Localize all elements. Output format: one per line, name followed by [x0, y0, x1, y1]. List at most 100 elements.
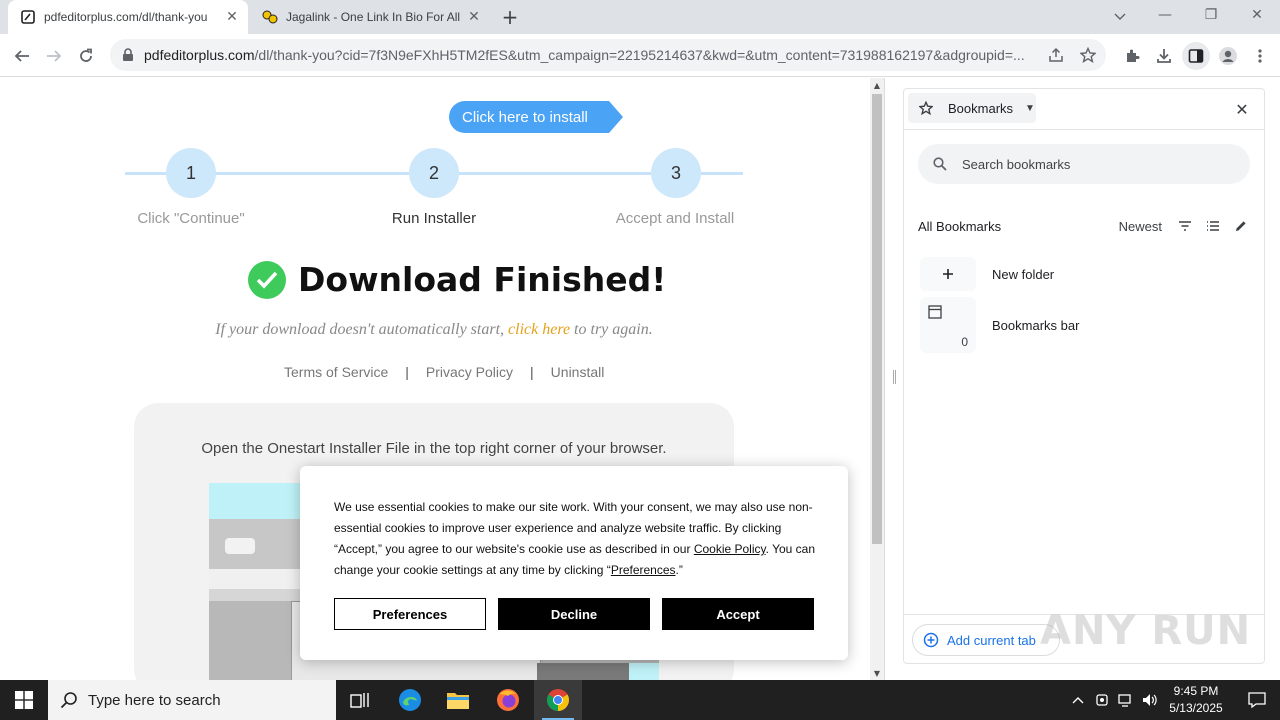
decline-button[interactable]: Decline: [498, 598, 650, 630]
tab-jagalink[interactable]: Jagalink - One Link In Bio For All ✕: [250, 0, 490, 34]
search-icon: [930, 157, 950, 171]
share-icon[interactable]: [1044, 43, 1068, 67]
minimize-icon[interactable]: —: [1142, 0, 1188, 30]
close-side-panel-icon[interactable]: ✕: [1232, 99, 1252, 119]
bookmarks-side-panel: Bookmarks ▼ ✕ All Bookmarks Newest: [884, 78, 1280, 680]
tab-pdfeditorplus[interactable]: pdfeditorplus.com/dl/thank-you ✕: [8, 0, 248, 34]
dropdown-caret-icon: ▼: [1025, 102, 1035, 114]
side-panel-icon[interactable]: [1182, 42, 1210, 70]
tab-strip: pdfeditorplus.com/dl/thank-you ✕ Jagalin…: [0, 0, 1280, 34]
windows-start-icon[interactable]: [0, 680, 48, 720]
scroll-up-icon[interactable]: ▲: [870, 78, 884, 92]
scroll-down-icon[interactable]: ▼: [870, 666, 884, 680]
close-tab-icon[interactable]: ✕: [222, 7, 242, 27]
list-view-icon[interactable]: [1202, 221, 1224, 231]
restore-icon[interactable]: ❐: [1188, 0, 1234, 30]
system-tray: [1066, 680, 1162, 720]
click-here-to-install-button[interactable]: Click here to install: [449, 101, 623, 133]
bookmark-star-icon[interactable]: [1076, 43, 1100, 67]
firefox-icon[interactable]: [484, 680, 532, 720]
url-host: pdfeditorplus.com: [144, 47, 255, 63]
cookie-consent-dialog: We use essential cookies to make our sit…: [300, 466, 848, 660]
volume-icon[interactable]: [1138, 693, 1162, 707]
cookie-text-part: .”: [675, 563, 683, 577]
add-circle-icon: [923, 632, 939, 648]
step-1-label: Click "Continue": [137, 210, 245, 227]
search-icon: [60, 691, 78, 709]
add-current-tab-label: Add current tab: [947, 632, 1036, 648]
sort-filter-icon[interactable]: [1174, 221, 1196, 231]
download-finished-heading: Download Finished!: [248, 260, 666, 299]
chrome-icon[interactable]: [534, 680, 582, 720]
extensions-icon[interactable]: [1118, 42, 1146, 70]
close-window-icon[interactable]: ✕: [1234, 0, 1280, 30]
taskbar-search-box[interactable]: Type here to search: [48, 680, 336, 720]
clock-time: 9:45 PM: [1173, 684, 1219, 698]
meet-now-icon[interactable]: [1090, 693, 1114, 707]
step-3-label: Accept and Install: [615, 210, 735, 227]
menu-kebab-icon[interactable]: [1246, 42, 1274, 70]
preferences-link[interactable]: Preferences: [611, 563, 676, 577]
step-1-circle: 1: [166, 148, 216, 198]
edit-pencil-icon[interactable]: [1230, 219, 1252, 233]
taskbar-search-placeholder: Type here to search: [88, 691, 221, 709]
footer-links: Terms of Service | Privacy Policy | Unin…: [284, 364, 604, 380]
cookie-policy-link[interactable]: Cookie Policy: [694, 542, 766, 556]
forward-icon[interactable]: [40, 42, 68, 70]
sort-newest-button[interactable]: Newest: [1119, 219, 1162, 234]
notifications-icon[interactable]: [1234, 680, 1280, 720]
task-view-icon[interactable]: [336, 680, 384, 720]
lock-icon[interactable]: [120, 47, 136, 63]
close-tab-icon[interactable]: ✕: [464, 7, 484, 27]
edge-browser-icon[interactable]: [386, 680, 434, 720]
retry-message: If your download doesn't automatically s…: [0, 321, 868, 339]
step-3-circle: 3: [651, 148, 701, 198]
uninstall-link[interactable]: Uninstall: [551, 364, 605, 380]
add-current-tab-button[interactable]: Add current tab: [912, 624, 1060, 656]
cookie-text: We use essential cookies to make our sit…: [334, 497, 824, 581]
pdf-editor-favicon-icon: [20, 9, 36, 25]
click-here-link[interactable]: click here: [508, 321, 570, 338]
retry-prefix: If your download doesn't automatically s…: [215, 321, 509, 338]
all-bookmarks-label: All Bookmarks: [918, 218, 1002, 234]
bookmarks-header-row: All Bookmarks Newest: [918, 216, 1252, 236]
new-folder-item[interactable]: New folder: [920, 257, 1250, 291]
bookmarks-bar-item[interactable]: 0 Bookmarks bar: [920, 297, 1250, 353]
link-separator: |: [530, 364, 534, 380]
page-title: Download Finished!: [298, 260, 667, 299]
side-panel-selector[interactable]: Bookmarks ▼: [908, 93, 1036, 123]
browser-toolbar: pdfeditorplus.com/dl/thank-you?cid=7f3N9…: [0, 34, 1280, 77]
bookmarks-bar-label: Bookmarks bar: [992, 317, 1080, 333]
new-tab-icon[interactable]: +: [498, 5, 522, 29]
side-panel-resize-handle[interactable]: [893, 370, 896, 384]
side-panel-title: Bookmarks: [948, 100, 1014, 116]
search-bookmarks-input[interactable]: [962, 156, 1232, 172]
checkmark-icon: [248, 260, 286, 299]
screen: pdfeditorplus.com/dl/thank-you ✕ Jagalin…: [0, 0, 1280, 720]
star-icon: [912, 101, 940, 115]
anyrun-watermark: ANY RUN: [1040, 608, 1252, 654]
terms-of-service-link[interactable]: Terms of Service: [284, 364, 388, 380]
search-bookmarks-field[interactable]: [918, 144, 1250, 184]
preferences-button[interactable]: Preferences: [334, 598, 486, 630]
file-explorer-icon[interactable]: [434, 680, 482, 720]
instruction-text: Open the Onestart Installer File in the …: [201, 440, 667, 457]
show-hidden-icons-chevron-icon[interactable]: [1066, 696, 1090, 704]
page-scrollbar[interactable]: ▲ ▼: [870, 78, 884, 680]
network-icon[interactable]: [1114, 693, 1138, 707]
step-2-circle: 2: [409, 148, 459, 198]
download-icon[interactable]: [1150, 42, 1178, 70]
scrollbar-thumb[interactable]: [872, 94, 882, 544]
step-2-label: Run Installer: [391, 210, 477, 227]
windows-taskbar: Type here to search 9:45 PM 5/13/2025: [0, 680, 1280, 720]
reload-icon[interactable]: [72, 42, 100, 70]
profile-avatar-icon[interactable]: [1214, 42, 1242, 70]
address-bar[interactable]: pdfeditorplus.com/dl/thank-you?cid=7f3N9…: [110, 39, 1106, 71]
privacy-policy-link[interactable]: Privacy Policy: [426, 364, 513, 380]
tab-search-chevron-icon[interactable]: [1108, 5, 1132, 29]
back-icon[interactable]: [8, 42, 36, 70]
taskbar-clock[interactable]: 9:45 PM 5/13/2025: [1160, 683, 1232, 717]
url-text: pdfeditorplus.com/dl/thank-you?cid=7f3N9…: [144, 47, 1039, 63]
window-controls: — ❐ ✕: [1142, 0, 1280, 34]
accept-button[interactable]: Accept: [662, 598, 814, 630]
